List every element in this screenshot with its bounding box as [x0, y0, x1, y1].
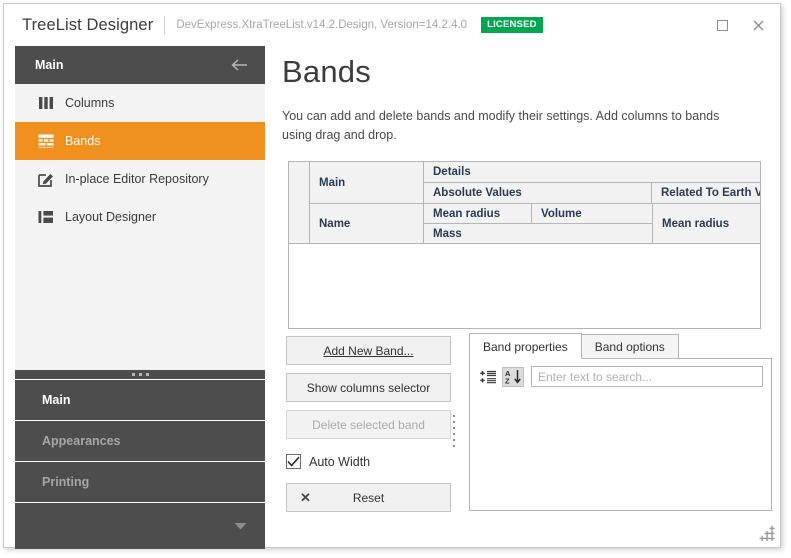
reset-button[interactable]: ✕ Reset — [286, 483, 451, 512]
band-cell-name[interactable]: Name — [310, 204, 424, 243]
add-new-band-button[interactable]: Add New Band... — [286, 336, 451, 365]
sidebar-group-printing[interactable]: Printing — [15, 462, 265, 503]
panel-splitter[interactable] — [449, 411, 458, 451]
splitter-dot — [452, 415, 455, 417]
close-button[interactable] — [740, 10, 776, 40]
sidebar-group-label: Printing — [42, 475, 90, 489]
band-cell-mean-radius[interactable]: Mean radius — [424, 204, 532, 224]
sidebar-header: Main — [15, 46, 265, 84]
band-grid-body[interactable] — [289, 244, 760, 326]
band-cell-main[interactable]: Main — [310, 162, 424, 203]
splitter-dot — [452, 421, 455, 423]
close-x-icon: ✕ — [300, 489, 311, 505]
delete-selected-band-button[interactable]: Delete selected band — [286, 410, 451, 439]
assembly-info-text: DevExpress.XtraTreeList.v14.2.Design, Ve… — [176, 19, 468, 31]
band-header-area: Main Details Absolute Values Related To … — [289, 162, 760, 244]
search-input[interactable] — [531, 366, 763, 387]
close-icon — [752, 19, 764, 31]
tab-band-properties[interactable]: Band properties — [469, 333, 582, 359]
tab-band-options[interactable]: Band options — [580, 334, 679, 359]
sidebar: Main Columns Bands In-place Editor Repos… — [15, 46, 265, 549]
application-window: TreeList Designer DevExpress.XtraTreeLis… — [3, 3, 781, 549]
window-controls — [704, 10, 776, 40]
maximize-icon — [716, 19, 728, 31]
splitter-dot — [452, 433, 455, 435]
resize-grip-icon[interactable]: ✚ ✚ ✚ ✚ ✚ ✚ — [759, 526, 775, 543]
splitter-dot — [452, 427, 455, 429]
band-cell-volume[interactable]: Volume — [532, 204, 652, 224]
sidebar-item-columns[interactable]: Columns — [15, 84, 265, 122]
sidebar-group-main[interactable]: Main — [15, 380, 265, 421]
band-cell-related-to-earth-values[interactable]: Related To Earth Values — [652, 183, 760, 203]
band-cell-details[interactable]: Details — [424, 162, 760, 183]
title-divider — [164, 15, 166, 35]
back-arrow-icon — [231, 59, 247, 71]
categorized-icon — [479, 370, 496, 383]
sidebar-nav-list: Columns Bands In-place Editor Repository… — [15, 84, 265, 370]
grip-dot: ✚ — [769, 526, 775, 533]
auto-width-checkbox-row[interactable]: Auto Width — [286, 447, 451, 476]
tab-strip: Band properties Band options — [469, 333, 772, 359]
sidebar-item-bands[interactable]: Bands — [15, 122, 265, 160]
title-bar: TreeList Designer DevExpress.XtraTreeLis… — [4, 4, 780, 46]
page-description: You can add and delete bands and modify … — [282, 109, 720, 142]
sidebar-item-inplace-editor-repository[interactable]: In-place Editor Repository — [15, 160, 265, 198]
layout-blocks-icon — [37, 210, 54, 225]
properties-toolbar: A Z — [470, 359, 771, 387]
bands-grid-icon — [37, 134, 54, 149]
splitter-dot — [131, 373, 135, 376]
splitter-dot — [452, 445, 455, 447]
band-designer-grid[interactable]: Main Details Absolute Values Related To … — [288, 161, 761, 329]
band-cell-related-mean-radius[interactable]: Mean radius — [652, 204, 760, 243]
back-button[interactable] — [229, 55, 249, 75]
categorized-button[interactable] — [477, 367, 499, 387]
sidebar-header-label: Main — [35, 58, 64, 72]
band-cell-mass[interactable]: Mass — [424, 224, 652, 243]
auto-width-checkbox[interactable] — [286, 454, 301, 469]
sidebar-item-layout-designer[interactable]: Layout Designer — [15, 198, 265, 236]
sidebar-group-label: Main — [42, 393, 71, 407]
row-indicator-column — [289, 162, 310, 243]
sidebar-item-label: In-place Editor Repository — [65, 172, 209, 186]
sidebar-more-groups-button[interactable] — [15, 503, 265, 549]
sidebar-item-label: Bands — [65, 134, 101, 148]
maximize-button[interactable] — [704, 10, 740, 40]
page-title: Bands — [282, 54, 371, 89]
checkmark-icon — [287, 456, 300, 467]
app-title: TreeList Designer — [22, 15, 154, 34]
band-actions-panel: Add New Band... Show columns selector De… — [286, 336, 451, 520]
splitter-dot — [138, 373, 142, 376]
sidebar-group-label: Appearances — [42, 434, 121, 448]
band-cell-absolute-values[interactable]: Absolute Values — [424, 183, 652, 203]
sidebar-splitter[interactable] — [15, 370, 265, 380]
editor-pencil-icon — [37, 172, 54, 187]
sidebar-group-appearances[interactable]: Appearances — [15, 421, 265, 462]
auto-width-label: Auto Width — [309, 454, 371, 469]
sidebar-item-label: Layout Designer — [65, 210, 157, 224]
license-badge: LICENSED — [481, 17, 543, 33]
show-columns-selector-button[interactable]: Show columns selector — [286, 373, 451, 402]
splitter-dot — [452, 439, 455, 441]
alphabetical-sort-icon: A Z — [505, 369, 521, 385]
columns-icon — [37, 96, 54, 111]
reset-button-label: Reset — [352, 490, 385, 505]
alphabetical-sort-button[interactable]: A Z — [502, 366, 524, 387]
svg-text:Z: Z — [505, 377, 510, 385]
splitter-dot — [145, 373, 149, 376]
properties-tab-body: A Z — [469, 358, 772, 511]
properties-panel: Band properties Band options A Z Enter t… — [469, 333, 772, 511]
chevron-down-icon — [234, 523, 247, 530]
main-content: Bands You can add and delete bands and m… — [274, 46, 772, 533]
sidebar-item-label: Columns — [65, 96, 115, 110]
